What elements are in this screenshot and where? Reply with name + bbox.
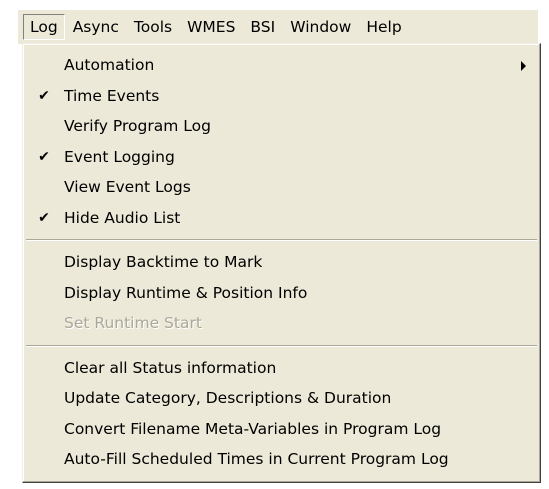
checkmark-icon: ✔: [38, 209, 50, 226]
menu-item-label: Automation: [64, 56, 155, 74]
menu-item-label: Display Backtime to Mark: [64, 253, 263, 271]
menu-item-auto-fill-times[interactable]: Auto-Fill Scheduled Times in Current Pro…: [23, 444, 540, 475]
menu-log[interactable]: Log: [23, 14, 65, 40]
menu-item-display-backtime[interactable]: Display Backtime to Mark: [23, 247, 540, 278]
menu-item-display-runtime-position[interactable]: Display Runtime & Position Info: [23, 278, 540, 309]
menu-item-label: Convert Filename Meta-Variables in Progr…: [64, 419, 442, 438]
menu-item-label: Auto-Fill Scheduled Times in Current Pro…: [64, 450, 449, 468]
menu-item-set-runtime-start: Set Runtime Start: [23, 308, 540, 339]
menu-item-hide-audio-list[interactable]: ✔ Hide Audio List: [23, 203, 540, 234]
menu-bsi[interactable]: BSI: [243, 14, 282, 40]
menu-item-label: Set Runtime Start: [64, 314, 202, 332]
menu-async[interactable]: Async: [66, 14, 126, 40]
menu-item-event-logging[interactable]: ✔ Event Logging: [23, 142, 540, 173]
menu-item-view-event-logs[interactable]: View Event Logs: [23, 172, 540, 203]
menu-item-label: Hide Audio List: [64, 208, 181, 227]
submenu-arrow-icon: [521, 61, 526, 71]
menu-item-verify-program-log[interactable]: Verify Program Log: [23, 111, 540, 142]
menu-item-label: Event Logging: [64, 147, 175, 166]
menu-item-label: Display Runtime & Position Info: [64, 283, 308, 302]
menu-wmes[interactable]: WMES: [180, 14, 242, 40]
checkmark-icon: ✔: [38, 148, 50, 165]
menu-item-label: Clear all Status information: [64, 358, 277, 377]
menu-bar: Log Async Tools WMES BSI Window Help: [18, 10, 538, 44]
menu-item-clear-status[interactable]: Clear all Status information: [23, 353, 540, 384]
menu-item-label: Time Events: [64, 86, 160, 105]
menu-item-label: View Event Logs: [64, 178, 191, 196]
menu-window[interactable]: Window: [283, 14, 358, 40]
menu-separator: [23, 233, 540, 247]
menu-item-label: Verify Program Log: [64, 117, 211, 135]
menu-item-convert-filename[interactable]: Convert Filename Meta-Variables in Progr…: [23, 414, 540, 445]
menu-item-label: Update Category, Descriptions & Duration: [64, 389, 392, 407]
menu-tools[interactable]: Tools: [127, 14, 179, 40]
menu-help[interactable]: Help: [359, 14, 408, 40]
menu-item-automation[interactable]: Automation: [23, 50, 540, 81]
menu-item-update-category[interactable]: Update Category, Descriptions & Duration: [23, 383, 540, 414]
checkmark-icon: ✔: [38, 87, 50, 104]
menu-separator: [23, 339, 540, 353]
menu-item-time-events[interactable]: ✔ Time Events: [23, 81, 540, 112]
log-dropdown-menu: Automation ✔ Time Events Verify Program …: [22, 43, 541, 483]
